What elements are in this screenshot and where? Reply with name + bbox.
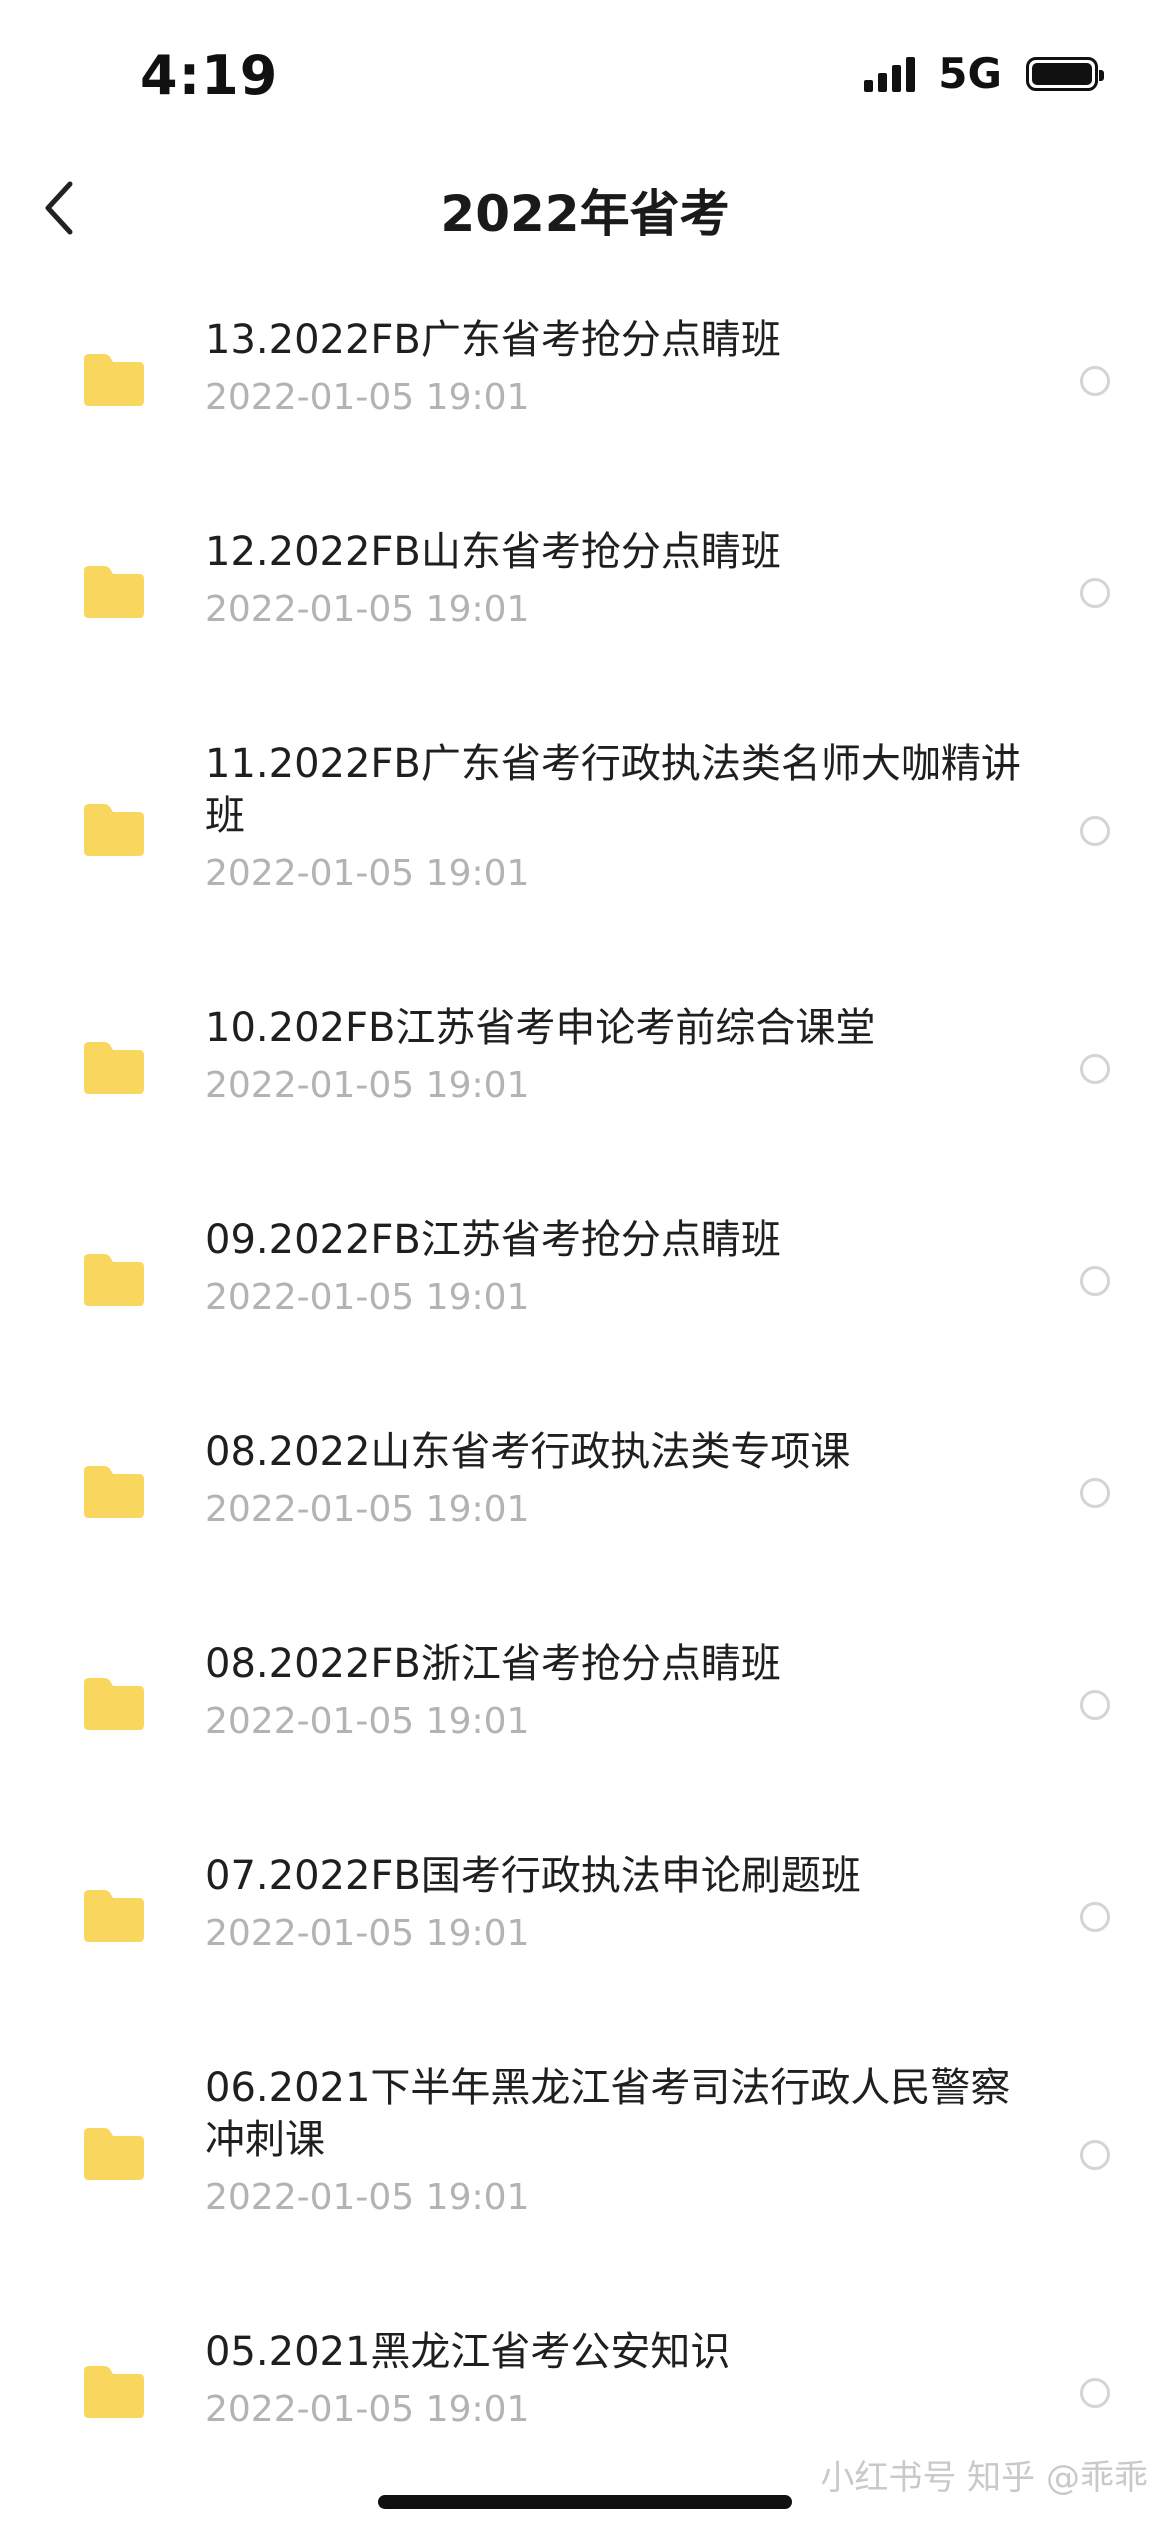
folder-icon	[84, 1466, 144, 1518]
select-radio[interactable]	[1080, 1902, 1110, 1932]
file-name: 09.2022FB江苏省考抢分点睛班	[205, 1217, 781, 1263]
folder-icon	[84, 1890, 144, 1942]
file-name: 08.2022FB浙江省考抢分点睛班	[205, 1641, 781, 1687]
list-item[interactable]: 10.202FB江苏省考申论考前综合课堂 2022-01-05 19:01	[0, 958, 1170, 1158]
file-name: 08.2022山东省考行政执法类专项课	[205, 1429, 851, 1475]
list-item[interactable]: 06.2021下半年黑龙江省考司法行政人民警察冲刺课 2022-01-05 19…	[0, 2018, 1170, 2282]
file-date: 2022-01-05 19:01	[205, 2177, 530, 2218]
folder-icon	[84, 1042, 144, 1094]
folder-icon	[84, 804, 144, 856]
file-name: 06.2021下半年黑龙江省考司法行政人民警察冲刺课	[205, 2065, 1011, 2163]
file-date: 2022-01-05 19:01	[205, 589, 530, 630]
select-radio[interactable]	[1080, 1478, 1110, 1508]
file-name: 13.2022FB广东省考抢分点睛班	[205, 317, 781, 363]
watermark: 小红书号 知乎 @乖乖	[820, 2458, 1148, 2498]
file-date: 2022-01-05 19:01	[205, 1277, 530, 1318]
select-radio[interactable]	[1080, 1690, 1110, 1720]
folder-icon	[84, 2128, 144, 2180]
status-time: 4:19	[140, 44, 279, 107]
list-item[interactable]: 12.2022FB山东省考抢分点睛班 2022-01-05 19:01	[0, 482, 1170, 682]
file-name: 10.202FB江苏省考申论考前综合课堂	[205, 1005, 876, 1051]
list-item[interactable]: 13.2022FB广东省考抢分点睛班 2022-01-05 19:01	[0, 270, 1170, 470]
list-item[interactable]: 07.2022FB国考行政执法申论刷题班 2022-01-05 19:01	[0, 1806, 1170, 2006]
file-date: 2022-01-05 19:01	[205, 2389, 530, 2430]
status-indicators: 5G	[864, 49, 1104, 98]
select-radio[interactable]	[1080, 578, 1110, 608]
network-type: 5G	[938, 49, 1002, 98]
status-bar: 4:19 5G	[0, 0, 1170, 150]
file-name: 11.2022FB广东省考行政执法类名师大咖精讲班	[205, 741, 1021, 839]
file-date: 2022-01-05 19:01	[205, 1065, 530, 1106]
file-date: 2022-01-05 19:01	[205, 1489, 530, 1530]
folder-icon	[84, 1254, 144, 1306]
list-item[interactable]: 11.2022FB广东省考行政执法类名师大咖精讲班 2022-01-05 19:…	[0, 694, 1170, 958]
list-item[interactable]: 09.2022FB江苏省考抢分点睛班 2022-01-05 19:01	[0, 1170, 1170, 1370]
nav-header: 2022年省考	[0, 150, 1170, 270]
file-name: 12.2022FB山东省考抢分点睛班	[205, 529, 781, 575]
file-name: 07.2022FB国考行政执法申论刷题班	[205, 1853, 861, 1899]
select-radio[interactable]	[1080, 1266, 1110, 1296]
select-radio[interactable]	[1080, 816, 1110, 846]
file-name: 05.2021黑龙江省考公安知识	[205, 2329, 731, 2375]
select-radio[interactable]	[1080, 1054, 1110, 1084]
list-item[interactable]: 08.2022FB浙江省考抢分点睛班 2022-01-05 19:01	[0, 1594, 1170, 1794]
folder-icon	[84, 354, 144, 406]
select-radio[interactable]	[1080, 2378, 1110, 2408]
folder-icon	[84, 1678, 144, 1730]
cellular-signal-icon	[864, 56, 920, 92]
battery-icon	[1026, 57, 1104, 91]
list-item[interactable]: 08.2022山东省考行政执法类专项课 2022-01-05 19:01	[0, 1382, 1170, 1582]
folder-icon	[84, 566, 144, 618]
file-date: 2022-01-05 19:01	[205, 1701, 530, 1742]
home-indicator[interactable]	[378, 2495, 792, 2509]
select-radio[interactable]	[1080, 366, 1110, 396]
file-date: 2022-01-05 19:01	[205, 1913, 530, 1954]
select-radio[interactable]	[1080, 2140, 1110, 2170]
file-date: 2022-01-05 19:01	[205, 377, 530, 418]
folder-icon	[84, 2366, 144, 2418]
file-date: 2022-01-05 19:01	[205, 853, 530, 894]
page-title: 2022年省考	[440, 185, 730, 243]
